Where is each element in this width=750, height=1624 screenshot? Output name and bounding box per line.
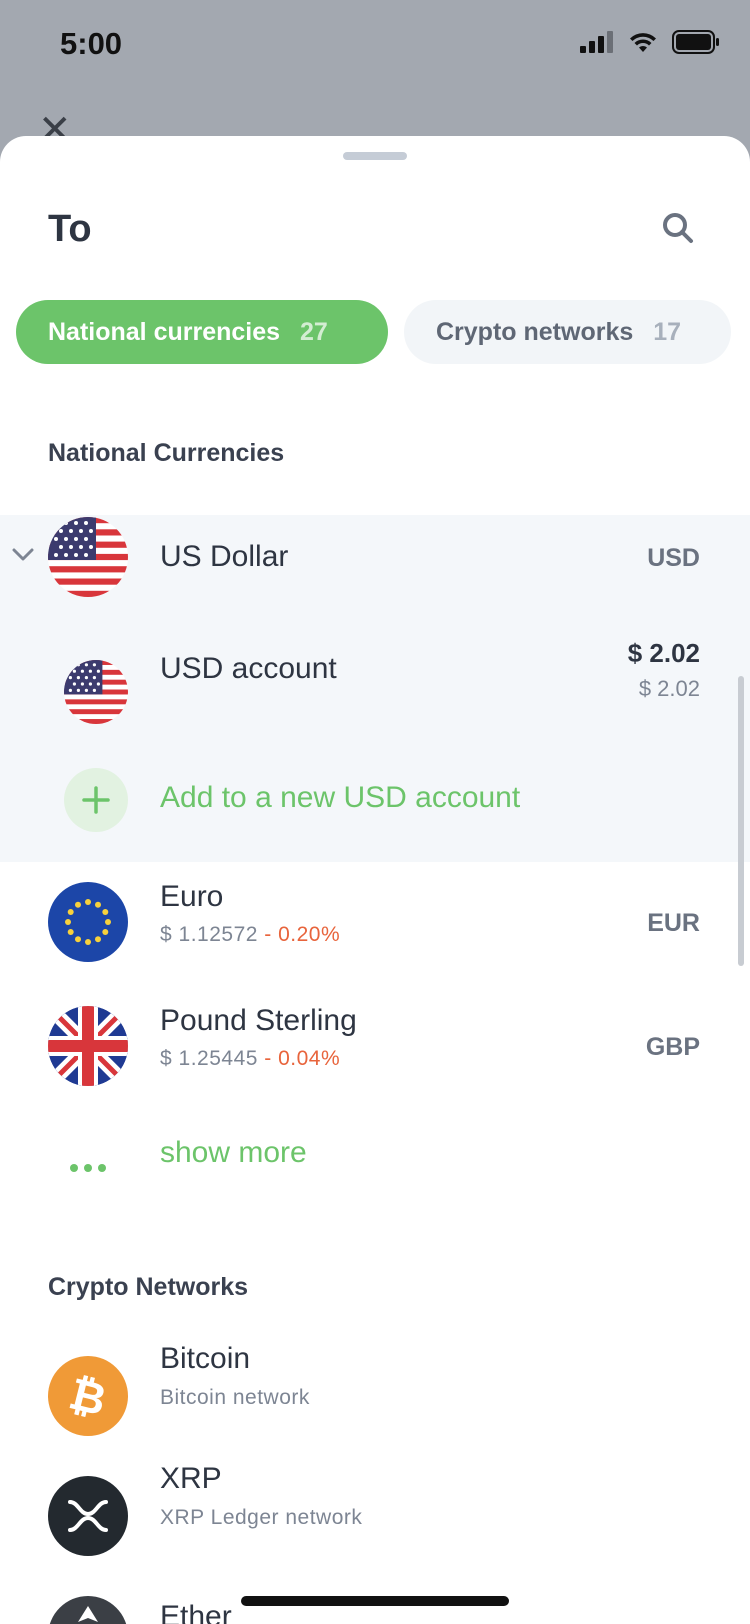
currency-picker-sheet: To National currencies 27 Crypto network… <box>0 136 750 1624</box>
bitcoin-icon: ₿ <box>48 1356 128 1436</box>
signal-icon <box>580 31 613 53</box>
xrp-icon <box>48 1476 128 1556</box>
crypto-name: Ether <box>160 1600 232 1624</box>
wifi-icon <box>630 33 656 52</box>
search-button[interactable] <box>660 210 700 250</box>
tab-label: Crypto networks <box>436 317 634 346</box>
eu-flag-icon <box>48 882 128 962</box>
crypto-network: XRP Ledger network <box>160 1506 363 1529</box>
add-account-label: Add to a new USD account <box>160 781 521 814</box>
page-title: To <box>48 208 92 250</box>
currency-code: GBP <box>645 1033 700 1061</box>
section-title-crypto: Crypto Networks <box>48 1273 249 1301</box>
chevron-down-icon[interactable] <box>12 548 34 562</box>
tab-label: National currencies <box>48 317 281 346</box>
uk-flag-icon <box>48 1006 128 1086</box>
currency-code: EUR <box>647 909 700 937</box>
status-bar: 5:00 <box>0 0 750 100</box>
tab-count: 17 <box>653 317 682 346</box>
home-indicator[interactable] <box>241 1596 509 1606</box>
currency-code: USD <box>647 544 700 572</box>
plus-icon <box>64 768 128 832</box>
crypto-name: Bitcoin <box>160 1342 251 1375</box>
us-flag-icon <box>48 517 128 597</box>
crypto-network: Bitcoin network <box>160 1386 310 1409</box>
section-title-national: National Currencies <box>48 439 285 467</box>
account-balance-converted: $ 2.02 <box>638 676 700 701</box>
account-name: USD account <box>160 652 337 685</box>
currency-change: - 0.20% <box>264 923 341 946</box>
battery-icon <box>672 30 719 54</box>
currency-rate-line: $ 1.25445 - 0.04% <box>160 1047 340 1071</box>
scrollbar[interactable] <box>738 676 744 966</box>
tab-count: 27 <box>300 317 328 346</box>
currency-rate-line: $ 1.12572 - 0.20% <box>160 923 340 947</box>
currency-change: - 0.04% <box>264 1047 341 1070</box>
svg-text:₿: ₿ <box>64 1368 111 1426</box>
crypto-name: XRP <box>160 1462 222 1495</box>
ether-icon <box>48 1596 128 1624</box>
tab-national-currencies[interactable]: National currencies 27 <box>16 300 388 364</box>
currency-name: Euro <box>160 880 224 913</box>
tab-crypto-networks[interactable]: Crypto networks 17 <box>404 300 731 364</box>
currency-rate: $ 1.25445 <box>160 1047 258 1070</box>
status-icons <box>580 30 720 54</box>
us-flag-icon <box>64 660 128 724</box>
show-more-label: show more <box>160 1136 307 1169</box>
currency-rate: $ 1.12572 <box>160 923 258 946</box>
more-dots-icon <box>70 1164 106 1172</box>
status-time: 5:00 <box>60 26 123 61</box>
currency-name: Pound Sterling <box>160 1004 357 1037</box>
search-icon <box>663 213 693 243</box>
currency-name: US Dollar <box>160 540 289 573</box>
sheet-grabber[interactable] <box>343 152 407 160</box>
account-balance: $ 2.02 <box>627 638 700 668</box>
